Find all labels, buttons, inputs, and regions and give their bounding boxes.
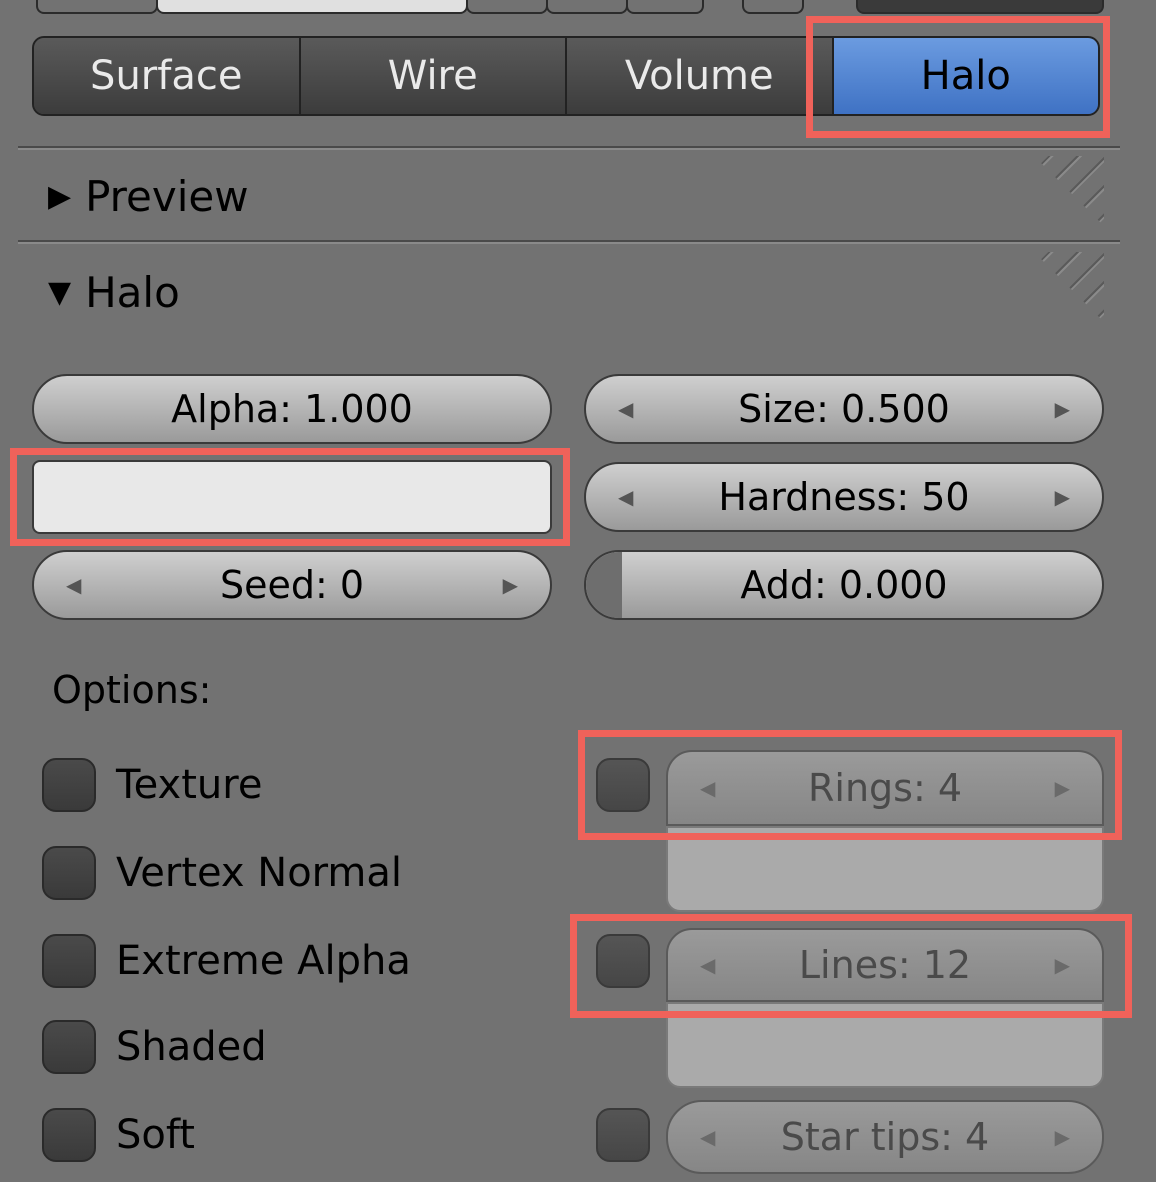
top-button-partial[interactable] <box>856 0 1104 14</box>
triangle-right-icon: ▶ <box>48 179 72 214</box>
extreme-alpha-checkbox[interactable] <box>42 934 96 988</box>
halo-color-swatch[interactable] <box>32 460 552 534</box>
preview-panel-header[interactable]: ▶ Preview <box>48 172 249 221</box>
halo-panel-title: Halo <box>85 268 180 317</box>
top-button-partial[interactable] <box>546 0 628 14</box>
option-shaded[interactable]: Shaded <box>42 1020 267 1074</box>
option-label: Vertex Normal <box>116 850 403 896</box>
soft-checkbox[interactable] <box>42 1108 96 1162</box>
lines-color-swatch[interactable] <box>666 1002 1104 1088</box>
halo-panel-header[interactable]: ▼ Halo <box>48 268 180 317</box>
increment-arrow-icon[interactable]: ▶ <box>1055 1125 1070 1149</box>
divider <box>18 240 1120 244</box>
tab-halo[interactable]: Halo <box>833 38 1098 114</box>
triangle-down-icon: ▼ <box>48 275 72 310</box>
lines-checkbox[interactable] <box>596 934 650 988</box>
alpha-value: Alpha: 1.000 <box>171 387 413 431</box>
add-slider-fill <box>586 552 622 618</box>
top-button-partial[interactable] <box>466 0 548 14</box>
size-field[interactable]: ◀ Size: 0.500 ▶ <box>584 374 1104 444</box>
option-label: Texture <box>116 762 263 808</box>
add-value: Add: 0.000 <box>740 563 948 607</box>
decrement-arrow-icon[interactable]: ◀ <box>618 397 633 421</box>
alpha-field[interactable]: Alpha: 1.000 <box>32 374 552 444</box>
drag-grip-icon[interactable] <box>1034 156 1104 226</box>
decrement-arrow-icon[interactable]: ◀ <box>66 573 81 597</box>
decrement-arrow-icon[interactable]: ◀ <box>700 776 715 800</box>
top-field-partial[interactable] <box>156 0 468 14</box>
material-type-tabs: Surface Wire Volume Halo <box>32 36 1100 116</box>
lines-field[interactable]: ◀ Lines: 12 ▶ <box>666 928 1104 1002</box>
rings-value: Rings: 4 <box>807 766 963 810</box>
star-tips-checkbox[interactable] <box>596 1108 650 1162</box>
increment-arrow-icon[interactable]: ▶ <box>1055 953 1070 977</box>
hardness-field[interactable]: ◀ Hardness: 50 ▶ <box>584 462 1104 532</box>
vertex-normal-checkbox[interactable] <box>42 846 96 900</box>
decrement-arrow-icon[interactable]: ◀ <box>618 485 633 509</box>
option-extreme-alpha[interactable]: Extreme Alpha <box>42 934 411 988</box>
option-texture[interactable]: Texture <box>42 758 262 812</box>
seed-field[interactable]: ◀ Seed: 0 ▶ <box>32 550 552 620</box>
options-label: Options: <box>52 668 212 712</box>
lines-value: Lines: 12 <box>798 943 972 987</box>
option-label: Soft <box>116 1112 195 1158</box>
divider <box>18 146 1120 150</box>
top-button-partial[interactable] <box>742 0 804 14</box>
tab-volume[interactable]: Volume <box>567 38 834 114</box>
decrement-arrow-icon[interactable]: ◀ <box>700 953 715 977</box>
rings-checkbox[interactable] <box>596 758 650 812</box>
option-label: Shaded <box>116 1024 267 1070</box>
decrement-arrow-icon[interactable]: ◀ <box>700 1125 715 1149</box>
add-slider[interactable]: Add: 0.000 <box>584 550 1104 620</box>
texture-checkbox[interactable] <box>42 758 96 812</box>
drag-grip-icon[interactable] <box>1034 252 1104 322</box>
shaded-checkbox[interactable] <box>42 1020 96 1074</box>
seed-value: Seed: 0 <box>219 563 365 607</box>
rings-field[interactable]: ◀ Rings: 4 ▶ <box>666 750 1104 826</box>
rings-color-swatch[interactable] <box>666 826 1104 912</box>
option-label: Extreme Alpha <box>116 938 411 984</box>
increment-arrow-icon[interactable]: ▶ <box>1055 485 1070 509</box>
size-value: Size: 0.500 <box>738 387 950 431</box>
top-toolbar-partial <box>0 0 1156 18</box>
option-soft[interactable]: Soft <box>42 1108 195 1162</box>
top-button-partial[interactable] <box>36 0 158 14</box>
increment-arrow-icon[interactable]: ▶ <box>1055 397 1070 421</box>
hardness-value: Hardness: 50 <box>718 475 970 519</box>
tab-wire[interactable]: Wire <box>300 38 567 114</box>
star-tips-field[interactable]: ◀ Star tips: 4 ▶ <box>666 1100 1104 1174</box>
option-vertex-normal[interactable]: Vertex Normal <box>42 846 402 900</box>
top-button-partial[interactable] <box>626 0 704 14</box>
increment-arrow-icon[interactable]: ▶ <box>1055 776 1070 800</box>
tab-surface[interactable]: Surface <box>34 38 301 114</box>
star-tips-value: Star tips: 4 <box>780 1115 990 1159</box>
increment-arrow-icon[interactable]: ▶ <box>503 573 518 597</box>
preview-panel-title: Preview <box>85 172 249 221</box>
